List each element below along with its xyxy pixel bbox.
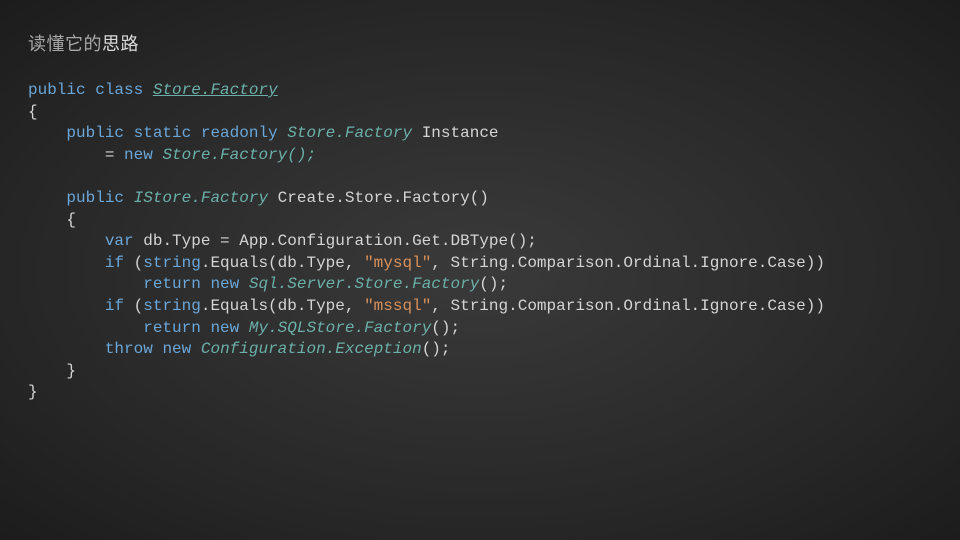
kw-throw: throw — [105, 340, 153, 358]
kw-var: var — [105, 232, 134, 250]
kw-static: static — [134, 124, 192, 142]
type-mysql: My.SQLStore.Factory — [249, 319, 431, 337]
equals-open: .Equals(db.Type, — [201, 297, 364, 315]
type-istorefactory: IStore.Factory — [134, 189, 268, 207]
if-open: ( — [134, 254, 144, 272]
id-instance: Instance — [422, 124, 499, 142]
type-storefactory: Store.Factory — [287, 124, 412, 142]
kw-public: public — [66, 124, 124, 142]
kw-return: return — [143, 319, 201, 337]
kw-new: new — [210, 275, 239, 293]
kw-new: new — [162, 340, 191, 358]
kw-string: string — [143, 297, 201, 315]
kw-class: class — [95, 81, 143, 99]
brace-close: } — [66, 362, 76, 380]
brace-close: } — [28, 383, 38, 401]
slide: 读懂它的思路 public class Store.Factory { publ… — [0, 0, 960, 540]
brace-open: { — [28, 103, 38, 121]
kw-new: new — [124, 146, 153, 164]
type-configex: Configuration.Exception — [201, 340, 422, 358]
str-mysql: "mysql" — [364, 254, 431, 272]
ctor-tail: (); — [431, 319, 460, 337]
ctor-tail: (); — [479, 275, 508, 293]
method-name: Create.Store.Factory() — [278, 189, 489, 207]
brace-open: { — [66, 211, 76, 229]
kw-public: public — [66, 189, 124, 207]
equals-tail: , String.Comparison.Ordinal.Ignore.Case)… — [431, 297, 825, 315]
kw-new: new — [210, 319, 239, 337]
kw-if: if — [105, 297, 124, 315]
assign-dbtype: db.Type = App.Configuration.Get.DBType()… — [143, 232, 537, 250]
type-storefactory-ctor: Store.Factory(); — [162, 146, 316, 164]
title-prefix: 读懂它的 — [28, 34, 102, 54]
title-emph: 思路 — [102, 34, 139, 54]
equals-open: .Equals(db.Type, — [201, 254, 364, 272]
kw-public: public — [28, 81, 86, 99]
kw-string: string — [143, 254, 201, 272]
equals-tail: , String.Comparison.Ordinal.Ignore.Case)… — [431, 254, 825, 272]
type-sqlserver: Sql.Server.Store.Factory — [249, 275, 479, 293]
code-block: public class Store.Factory { public stat… — [28, 80, 932, 404]
kw-return: return — [143, 275, 201, 293]
slide-title: 读懂它的思路 — [28, 30, 932, 56]
if-open: ( — [134, 297, 144, 315]
kw-readonly: readonly — [201, 124, 278, 142]
kw-if: if — [105, 254, 124, 272]
type-storefactory: Store.Factory — [153, 81, 278, 99]
ctor-tail: (); — [422, 340, 451, 358]
str-mssql: "mssql" — [364, 297, 431, 315]
